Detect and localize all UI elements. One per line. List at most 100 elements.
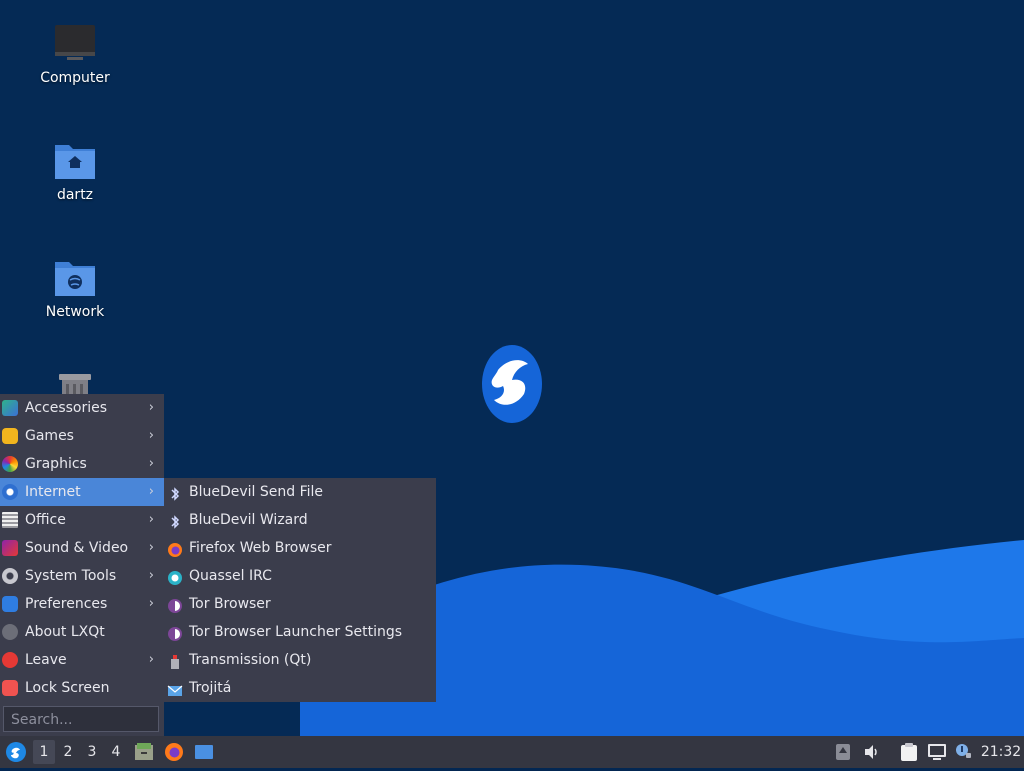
tray-show-hidden[interactable] — [833, 740, 853, 764]
submenu-item-label: Transmission (Qt) — [189, 652, 312, 668]
menu-item-system-tools[interactable]: System Tools › — [0, 562, 164, 590]
submenu-item-label: BlueDevil Send File — [189, 484, 324, 500]
chevron-right-icon: › — [148, 540, 154, 555]
quicklaunch-firefox[interactable] — [163, 740, 185, 764]
submenu-item-bluedevil-send-file[interactable]: BlueDevil Send File — [164, 478, 436, 506]
menu-item-label: Leave — [25, 652, 67, 668]
submenu-item-label: Tor Browser Launcher Settings — [189, 624, 403, 640]
chevron-right-icon: › — [148, 512, 154, 527]
chevron-right-icon: › — [148, 484, 154, 499]
desktop-icon-home[interactable]: dartz — [20, 139, 130, 203]
chevron-right-icon: › — [148, 652, 154, 667]
sound-video-icon — [2, 540, 18, 556]
submenu-item-transmission[interactable]: Transmission (Qt) — [164, 646, 436, 674]
preferences-icon — [2, 596, 18, 612]
desktop-icon-label: dartz — [56, 187, 94, 203]
menu-item-leave[interactable]: Leave › — [0, 646, 164, 674]
submenu-item-label: Tor Browser — [189, 596, 271, 612]
home-folder-icon — [53, 139, 97, 183]
network-folder-icon — [53, 256, 97, 300]
chevron-right-icon: › — [148, 596, 154, 611]
submenu-item-bluedevil-wizard[interactable]: BlueDevil Wizard — [164, 506, 436, 534]
submenu-item-tor-browser[interactable]: Tor Browser — [164, 590, 436, 618]
tor-icon — [167, 596, 183, 613]
chevron-right-icon: › — [148, 568, 154, 583]
tray-updates[interactable] — [952, 740, 974, 764]
about-icon — [2, 624, 18, 640]
submenu-item-trojita[interactable]: Trojitá — [164, 674, 436, 702]
accessories-icon — [2, 400, 18, 416]
lubuntu-logo-icon — [6, 742, 26, 762]
menu-item-label: Accessories — [25, 400, 108, 416]
bluetooth-icon — [167, 484, 183, 501]
submenu-item-label: Quassel IRC — [189, 568, 272, 584]
submenu-item-label: Trojitá — [189, 680, 232, 696]
desktop-switch-1[interactable]: 1 — [33, 740, 55, 764]
show-desktop-icon — [195, 745, 213, 759]
menu-item-internet[interactable]: Internet › — [0, 478, 164, 506]
menu-item-office[interactable]: Office › — [0, 506, 164, 534]
taskbar: 1 2 3 4 21:32 — [0, 736, 1024, 768]
menu-item-about-lxqt[interactable]: About LXQt — [0, 618, 164, 646]
quicklaunch-file-manager[interactable] — [133, 740, 155, 764]
menu-item-graphics[interactable]: Graphics › — [0, 450, 164, 478]
menu-item-label: Sound & Video — [25, 540, 129, 556]
submenu-item-tor-browser-launcher-settings[interactable]: Tor Browser Launcher Settings — [164, 618, 436, 646]
desktop-switch-3[interactable]: 3 — [81, 740, 103, 764]
menu-item-label: Lock Screen — [25, 680, 110, 696]
menu-item-label: About LXQt — [25, 624, 105, 640]
start-menu-button[interactable] — [3, 740, 29, 764]
desktop-icon-computer[interactable]: Computer — [20, 22, 130, 86]
clock[interactable]: 21:32 — [978, 740, 1024, 764]
submenu-item-quassel-irc[interactable]: Quassel IRC — [164, 562, 436, 590]
application-menu: Accessories › Games › Graphics › Interne… — [0, 394, 164, 736]
menu-item-lock-screen[interactable]: Lock Screen — [0, 674, 164, 702]
quicklaunch-show-desktop[interactable] — [193, 740, 215, 764]
tray-clipboard[interactable] — [898, 740, 920, 764]
trojita-icon — [167, 680, 183, 696]
desktop-icon-network[interactable]: Network — [20, 256, 130, 320]
tray-network[interactable] — [926, 740, 948, 764]
lubuntu-bird-logo — [482, 345, 542, 423]
firefox-icon — [167, 540, 183, 557]
games-icon — [2, 428, 18, 444]
menu-search-input[interactable]: Search... — [3, 706, 159, 732]
update-notifier-icon — [956, 744, 971, 758]
volume-icon — [865, 745, 877, 759]
internet-icon — [2, 484, 18, 500]
chevron-right-icon: › — [148, 456, 154, 471]
network-wired-icon — [928, 744, 946, 760]
computer-icon — [53, 22, 97, 66]
chevron-right-icon: › — [148, 428, 154, 443]
lock-icon — [2, 680, 18, 696]
menu-item-label: Games — [25, 428, 74, 444]
menu-item-accessories[interactable]: Accessories › — [0, 394, 164, 422]
submenu-item-label: Firefox Web Browser — [189, 540, 332, 556]
leave-icon — [2, 652, 18, 668]
menu-item-label: Office — [25, 512, 66, 528]
submenu-item-label: BlueDevil Wizard — [189, 512, 308, 528]
arrow-up-icon — [836, 744, 850, 760]
desktop-switch-4[interactable]: 4 — [105, 740, 127, 764]
desktop-icon-label: Computer — [40, 70, 110, 86]
menu-item-games[interactable]: Games › — [0, 422, 164, 450]
tor-icon — [167, 624, 183, 641]
transmission-icon — [167, 652, 183, 669]
menu-item-sound-video[interactable]: Sound & Video › — [0, 534, 164, 562]
menu-item-label: Preferences — [25, 596, 108, 612]
quassel-icon — [167, 568, 183, 585]
clipboard-icon — [901, 743, 917, 761]
office-icon — [2, 512, 18, 528]
submenu-item-firefox[interactable]: Firefox Web Browser — [164, 534, 436, 562]
bluetooth-icon — [167, 512, 183, 529]
tray-volume[interactable] — [861, 740, 883, 764]
menu-item-label: Internet — [25, 484, 81, 500]
desktop-switch-2[interactable]: 2 — [57, 740, 79, 764]
chevron-right-icon: › — [148, 400, 154, 415]
menu-item-preferences[interactable]: Preferences › — [0, 590, 164, 618]
system-tools-icon — [2, 568, 18, 584]
firefox-icon — [165, 743, 183, 761]
file-manager-icon — [135, 743, 153, 760]
internet-submenu: BlueDevil Send File BlueDevil Wizard Fir… — [164, 478, 436, 702]
graphics-icon — [2, 456, 18, 472]
